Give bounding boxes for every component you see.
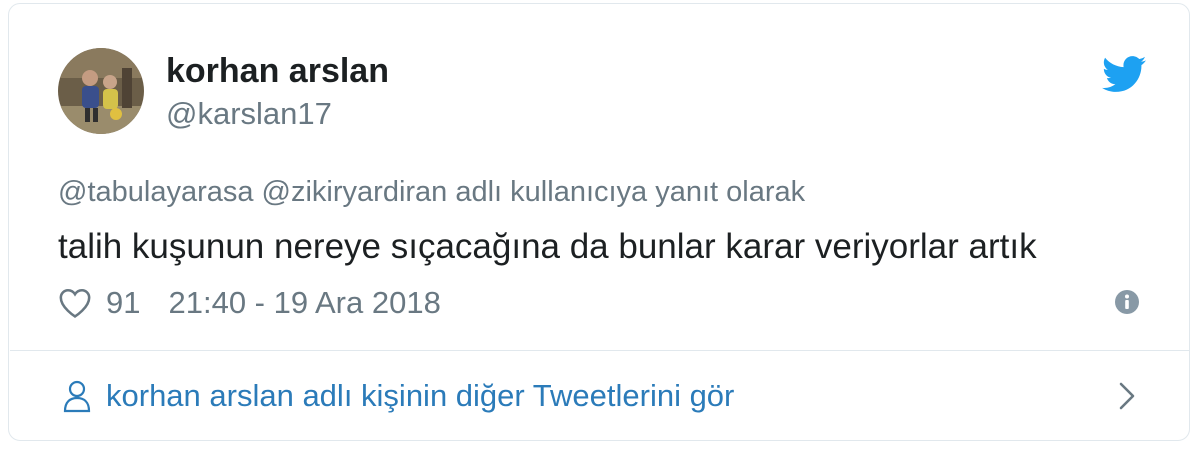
person-icon — [63, 380, 91, 413]
author-handle[interactable]: @karslan17 — [166, 96, 332, 132]
timestamp[interactable]: 21:40 - 19 Ara 2018 — [168, 285, 440, 321]
tweet-meta: 91 21:40 - 19 Ara 2018 — [58, 285, 441, 321]
more-tweets-label: korhan arslan adlı kişinin diğer Tweetle… — [106, 378, 735, 413]
avatar[interactable] — [58, 48, 144, 134]
info-icon[interactable] — [1114, 289, 1140, 315]
tweet-text: talih kuşunun nereye sıçacağına da bunla… — [58, 227, 1037, 266]
twitter-bird-icon[interactable] — [1102, 56, 1146, 92]
more-tweets-link[interactable]: korhan arslan adlı kişinin diğer Tweetle… — [62, 378, 734, 414]
avatar-photo — [58, 48, 144, 134]
divider — [10, 350, 1190, 351]
reply-context[interactable]: @tabulayarasa @zikiryardiran adlı kullan… — [58, 176, 805, 209]
like-count[interactable]: 91 — [106, 285, 140, 321]
chevron-right-icon[interactable] — [1116, 381, 1138, 411]
author-name[interactable]: korhan arslan — [166, 52, 389, 91]
heart-icon[interactable] — [58, 287, 92, 319]
